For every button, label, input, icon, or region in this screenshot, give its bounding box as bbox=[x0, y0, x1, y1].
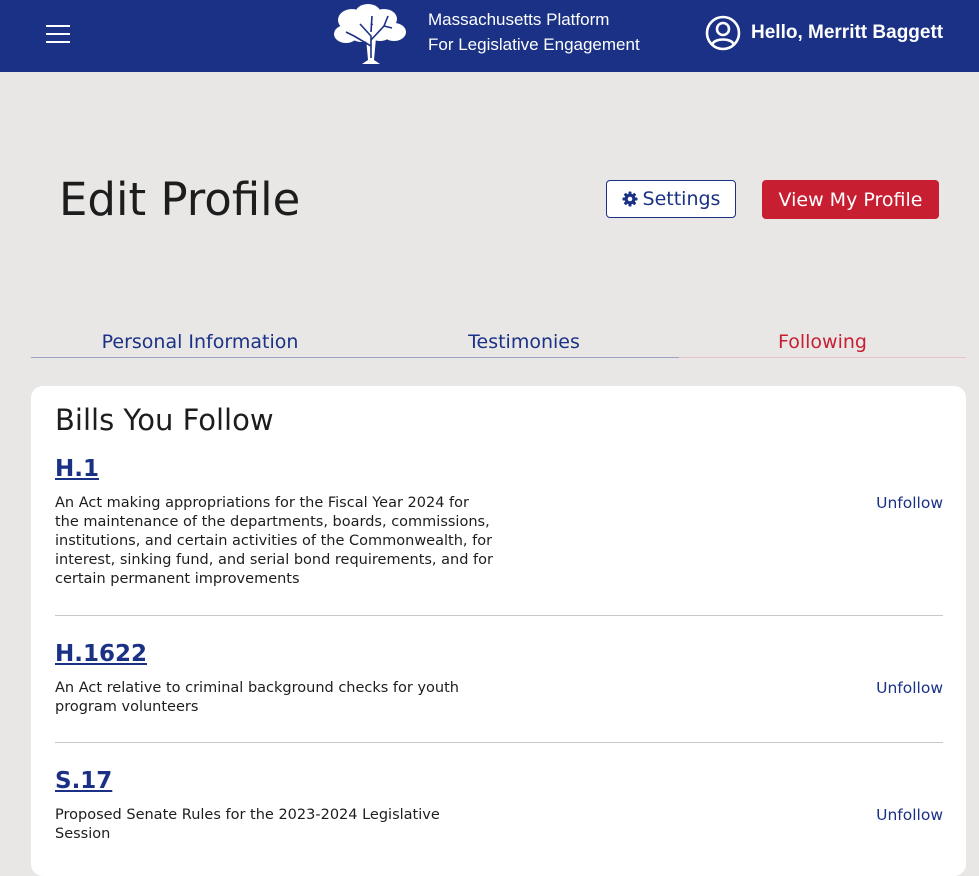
tab-label: Following bbox=[778, 331, 867, 353]
followed-bill-item: H.1 An Act making appropriations for the… bbox=[55, 456, 943, 596]
card-title: Bills You Follow bbox=[55, 403, 274, 437]
tabs-underline bbox=[31, 357, 679, 358]
user-menu[interactable]: Hello, Merritt Baggett bbox=[705, 15, 943, 51]
bills-you-follow-card: Bills You Follow H.1 An Act making appro… bbox=[31, 386, 966, 876]
active-tab-underline bbox=[679, 357, 966, 358]
platform-name-line2: For Legislative Engagement bbox=[428, 35, 640, 54]
tab-personal-information[interactable]: Personal Information bbox=[31, 328, 369, 358]
view-my-profile-button[interactable]: View My Profile bbox=[762, 180, 939, 219]
bill-description: An Act relative to criminal background c… bbox=[55, 680, 459, 715]
tab-label: Personal Information bbox=[101, 331, 299, 353]
hamburger-menu-icon[interactable] bbox=[46, 24, 70, 44]
tab-testimonies[interactable]: Testimonies bbox=[369, 328, 679, 358]
bill-link[interactable]: H.1622 bbox=[55, 641, 943, 667]
user-greeting: Hello, Merritt Baggett bbox=[751, 22, 944, 43]
settings-button-label: Settings bbox=[642, 188, 721, 210]
page-title: Edit Profile bbox=[59, 173, 301, 226]
followed-bill-item: S.17 Proposed Senate Rules for the 2023-… bbox=[55, 768, 943, 842]
unfollow-button[interactable]: Unfollow bbox=[876, 494, 943, 512]
bill-description: An Act making appropriations for the Fis… bbox=[55, 495, 493, 587]
tree-logo-icon bbox=[334, 4, 406, 64]
platform-name-line1: Massachusetts Platform bbox=[428, 10, 610, 29]
tab-label: Testimonies bbox=[468, 331, 580, 353]
followed-bill-item: H.1622 An Act relative to criminal backg… bbox=[55, 641, 943, 715]
top-navigation-bar: Massachusetts Platform For Legislative E… bbox=[0, 0, 979, 72]
divider bbox=[55, 742, 943, 743]
divider bbox=[55, 615, 943, 616]
bill-description: Proposed Senate Rules for the 2023-2024 … bbox=[55, 807, 440, 842]
bill-link[interactable]: H.1 bbox=[55, 456, 943, 482]
settings-button[interactable]: Settings bbox=[606, 180, 736, 218]
profile-tabs: Personal Information Testimonies Followi… bbox=[31, 328, 966, 359]
platform-name: Massachusetts Platform For Legislative E… bbox=[428, 7, 640, 57]
tab-following[interactable]: Following bbox=[679, 328, 966, 358]
bill-link[interactable]: S.17 bbox=[55, 768, 943, 794]
unfollow-button[interactable]: Unfollow bbox=[876, 806, 943, 824]
user-circle-icon bbox=[705, 15, 741, 51]
gear-icon bbox=[622, 191, 638, 207]
unfollow-button[interactable]: Unfollow bbox=[876, 679, 943, 697]
